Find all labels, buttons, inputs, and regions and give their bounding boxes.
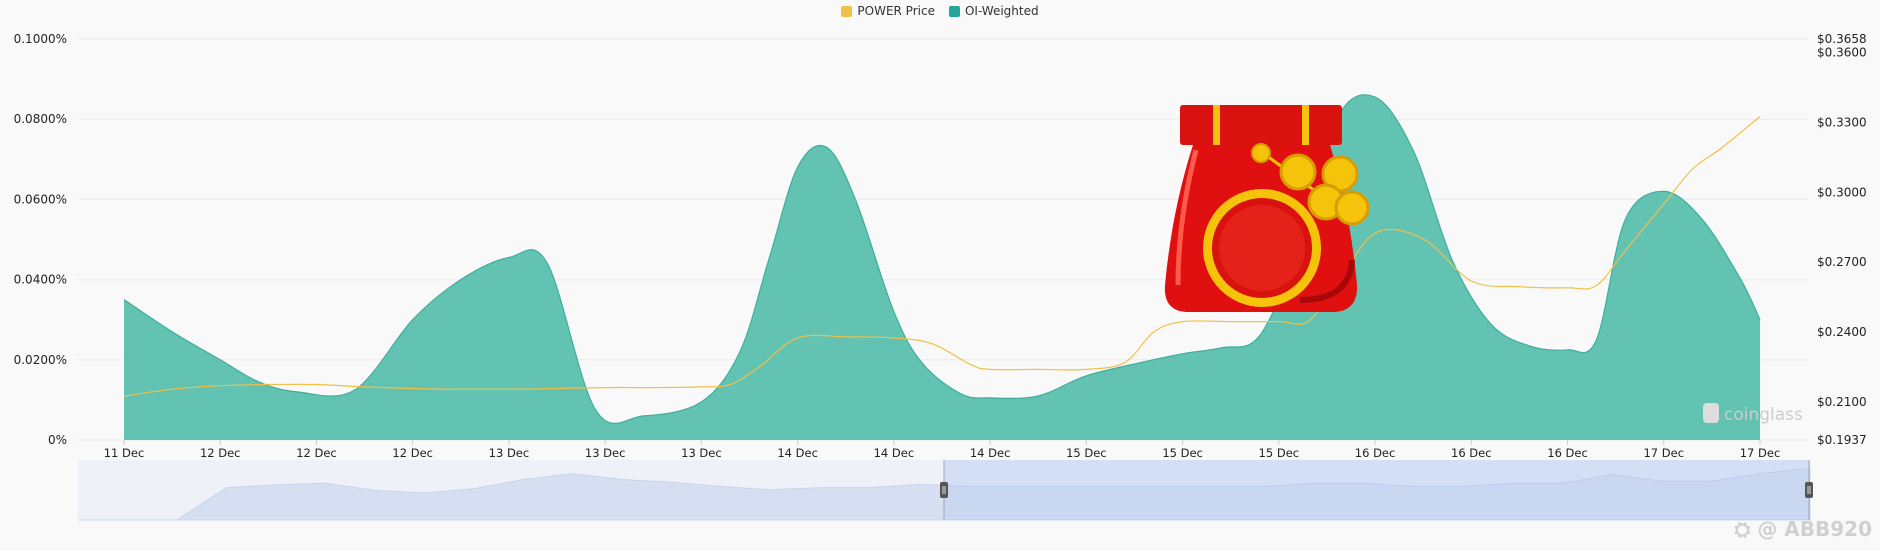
right-tick-label: $0.1937: [1817, 433, 1867, 447]
x-tick-label: 13 Dec: [681, 446, 722, 460]
series-layer: [123, 94, 1761, 440]
x-tick-label: 16 Dec: [1355, 446, 1396, 460]
x-tick-label: 16 Dec: [1451, 446, 1492, 460]
left-tick-label: 0.1000%: [14, 32, 67, 46]
coinglass-logo-icon: [1703, 403, 1719, 423]
x-tick-label: 14 Dec: [874, 446, 915, 460]
x-tick-label: 12 Dec: [296, 446, 337, 460]
x-tick-label: 14 Dec: [970, 446, 1011, 460]
x-tick-label: 16 Dec: [1547, 446, 1588, 460]
x-tick-label: 11 Dec: [104, 446, 145, 460]
x-tick-label: 15 Dec: [1066, 446, 1107, 460]
right-tick-label: $0.2700: [1817, 255, 1867, 269]
x-tick-label: 15 Dec: [1162, 446, 1203, 460]
x-tick-label: 17 Dec: [1643, 446, 1684, 460]
right-tick-label: $0.2400: [1817, 325, 1867, 339]
user-watermark: ⛭ @ ABB920: [1734, 517, 1872, 541]
x-tick-label: 12 Dec: [200, 446, 241, 460]
right-axis: $0.1937 $0.2100 $0.2400 $0.2700 $0.3000 $0.33…: [1817, 32, 1867, 447]
x-tick-label: 14 Dec: [777, 446, 818, 460]
chart-svg: 0% 0.0200% 0.0400% 0.0600% 0.0800% 0.1000% $0…: [14, 32, 1867, 521]
x-tick-label: 13 Dec: [585, 446, 626, 460]
left-tick-label: 0%: [48, 433, 67, 447]
right-tick-label: $0.3300: [1817, 115, 1867, 129]
coinglass-watermark-text: coinglass: [1724, 405, 1803, 425]
right-tick-label: $0.3658: [1817, 32, 1867, 46]
series-area-oi-weighted: [124, 94, 1760, 440]
x-tick-label: 13 Dec: [489, 446, 530, 460]
x-tick-label: 17 Dec: [1740, 446, 1781, 460]
left-tick-label: 0.0800%: [14, 112, 67, 126]
left-tick-label: 0.0600%: [14, 192, 67, 206]
red-envelope-bag-icon: [1164, 105, 1370, 312]
right-tick-label: $0.3600: [1817, 46, 1867, 60]
right-tick-label: $0.3000: [1817, 185, 1867, 199]
chart-container: POWER Price OI-Weighted 0% 0.0200% 0.0400%…: [0, 0, 1880, 551]
x-tick-label: 12 Dec: [392, 446, 433, 460]
left-axis: 0% 0.0200% 0.0400% 0.0600% 0.0800% 0.1000%: [14, 32, 67, 447]
left-tick-label: 0.0400%: [14, 273, 67, 287]
left-tick-label: 0.0200%: [14, 353, 67, 367]
x-tick-label: 15 Dec: [1259, 446, 1300, 460]
x-axis: 11 Dec 12 Dec 12 Dec 12 Dec 13 Dec 13 Dec 13 D…: [104, 440, 1781, 460]
navigator-grip-icon[interactable]: [1805, 482, 1813, 498]
range-navigator[interactable]: [78, 460, 1813, 521]
right-tick-label: $0.2100: [1817, 395, 1867, 409]
navigator-grip-icon[interactable]: [940, 482, 948, 498]
